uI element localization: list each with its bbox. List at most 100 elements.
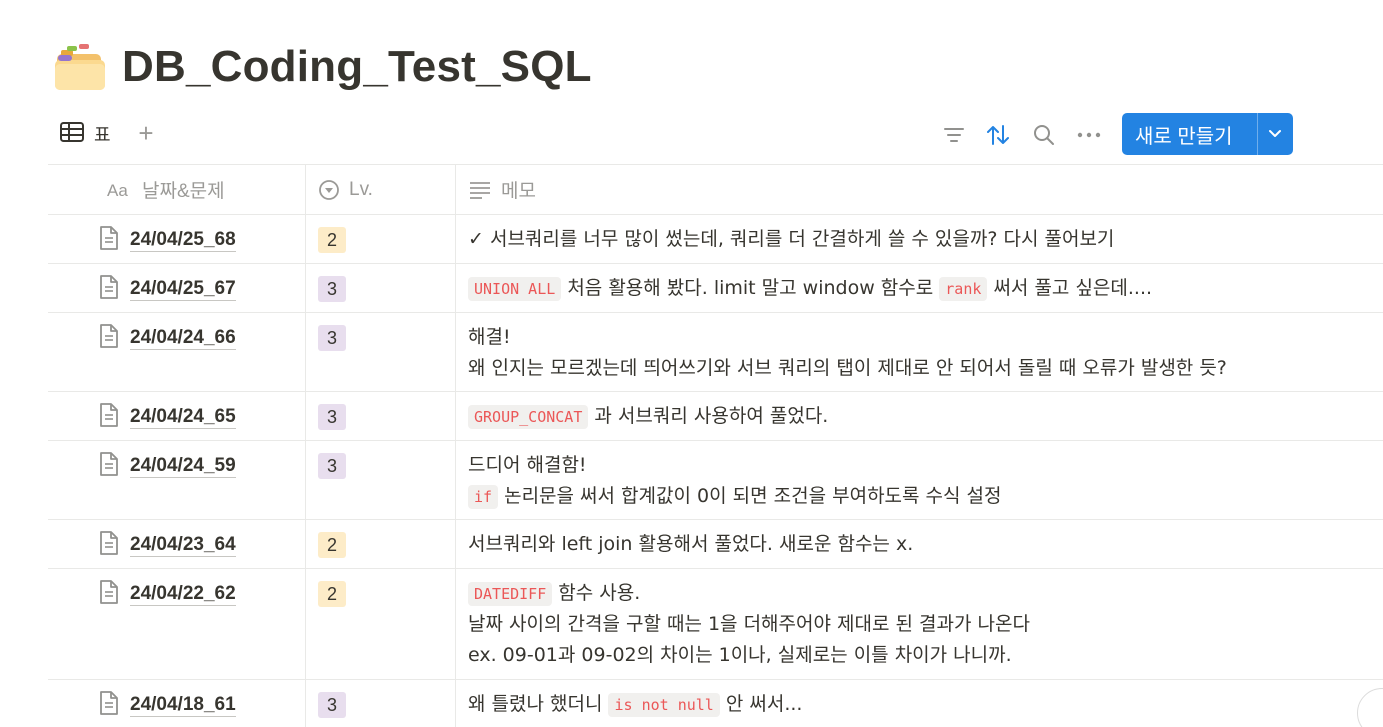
more-options-icon[interactable]: [1076, 122, 1102, 148]
row-title[interactable]: 24/04/18_61: [98, 691, 236, 717]
cell-level[interactable]: 2: [305, 215, 455, 263]
table-icon: [60, 121, 84, 147]
column-header-level[interactable]: Lv.: [305, 165, 455, 214]
table-row[interactable]: 24/04/24_59 3 드디어 해결함! if 논리문을 써서 합계값이 0이 되…: [48, 441, 1383, 520]
page-document-icon: [98, 225, 120, 251]
memo-line: ✓ 서브쿼리를 너무 많이 썼는데, 쿼리를 더 간결하게 쓸 수 있을까? 다…: [468, 224, 1373, 255]
table-row[interactable]: 24/04/22_62 2 DATEDIFF 함수 사용. 날짜 사이의 간격을 구할…: [48, 569, 1383, 680]
filter-icon[interactable]: [941, 122, 967, 148]
memo-line: 해결!: [468, 322, 1373, 353]
inline-code: is not null: [608, 693, 720, 717]
cell-name[interactable]: 24/04/25_67: [48, 264, 305, 312]
new-button[interactable]: 새로 만들기: [1122, 113, 1293, 155]
memo-segment: 써서 풀고 싶은데....: [987, 277, 1153, 299]
add-view-button[interactable]: +: [134, 120, 158, 146]
level-badge: 2: [318, 532, 346, 558]
row-title[interactable]: 24/04/22_62: [98, 580, 236, 606]
column-label: 메모: [501, 181, 536, 202]
cell-name[interactable]: 24/04/18_61: [48, 680, 305, 727]
memo-line: UNION ALL 처음 활용해 봤다. limit 말고 window 함수로…: [468, 273, 1373, 304]
inline-code: GROUP_CONCAT: [468, 405, 589, 429]
column-label: 날짜&문제: [142, 181, 225, 202]
memo-line: if 논리문을 써서 합계값이 0이 되면 조건을 부여하도록 수식 설정: [468, 481, 1373, 512]
table-row[interactable]: 24/04/24_65 3 GROUP_CONCAT 과 서브쿼리 사용하여 풀었다…: [48, 392, 1383, 441]
memo-line: DATEDIFF 함수 사용.: [468, 578, 1373, 609]
cell-memo[interactable]: GROUP_CONCAT 과 서브쿼리 사용하여 풀었다.: [455, 392, 1383, 440]
table-row[interactable]: 24/04/23_64 2 서브쿼리와 left join 활용해서 풀었다. 새로…: [48, 520, 1383, 569]
cell-memo[interactable]: DATEDIFF 함수 사용. 날짜 사이의 간격을 구할 때는 1을 더해주어야…: [455, 569, 1383, 679]
row-title[interactable]: 24/04/25_67: [98, 275, 236, 301]
memo-segment: 드디어 해결함!: [468, 454, 587, 476]
cell-name[interactable]: 24/04/25_68: [48, 215, 305, 263]
inline-code: DATEDIFF: [468, 582, 553, 606]
cell-level[interactable]: 2: [305, 569, 455, 679]
cell-level[interactable]: 3: [305, 441, 455, 519]
cell-memo[interactable]: 왜 틀렸나 했더니 is not null 안 써서...: [455, 680, 1383, 727]
cell-level[interactable]: 3: [305, 392, 455, 440]
row-name[interactable]: 24/04/24_66: [130, 324, 236, 350]
page-document-icon: [98, 530, 120, 556]
row-name[interactable]: 24/04/24_65: [130, 403, 236, 429]
memo-line: ex. 09-01과 09-02의 차이는 1이나, 실제로는 이틀 차이가 나…: [468, 640, 1373, 671]
memo-text: 드디어 해결함! if 논리문을 써서 합계값이 0이 되면 조건을 부여하도록 …: [468, 450, 1373, 512]
table-row[interactable]: 24/04/25_68 2 ✓ 서브쿼리를 너무 많이 썼는데, 쿼리를 더 간결하…: [48, 215, 1383, 264]
cell-level[interactable]: 3: [305, 680, 455, 727]
column-header-memo[interactable]: 메모: [455, 165, 1383, 214]
sort-icon[interactable]: [985, 122, 1011, 148]
cell-name[interactable]: 24/04/24_65: [48, 392, 305, 440]
cell-memo[interactable]: 해결! 왜 인지는 모르겠는데 띄어쓰기와 서브 쿼리의 탭이 제대로 안 되어서…: [455, 313, 1383, 391]
level-badge: 2: [318, 581, 346, 607]
level-badge: 3: [318, 404, 346, 430]
chevron-down-icon[interactable]: [1258, 113, 1292, 155]
level-badge: 3: [318, 325, 346, 351]
table-row[interactable]: 24/04/25_67 3 UNION ALL 처음 활용해 봤다. limit 말…: [48, 264, 1383, 313]
row-title[interactable]: 24/04/25_68: [98, 226, 236, 252]
cell-level[interactable]: 3: [305, 313, 455, 391]
tab-table-view[interactable]: 표: [60, 121, 111, 147]
page-title[interactable]: DB_Coding_Test_SQL: [122, 42, 592, 92]
page-document-icon: [98, 451, 120, 477]
cell-level[interactable]: 3: [305, 264, 455, 312]
cell-level[interactable]: 2: [305, 520, 455, 568]
cell-name[interactable]: 24/04/22_62: [48, 569, 305, 679]
page-document-icon: [98, 323, 120, 349]
memo-segment: 왜 틀렸나 했더니: [468, 693, 609, 715]
memo-text: 해결! 왜 인지는 모르겠는데 띄어쓰기와 서브 쿼리의 탭이 제대로 안 되어서…: [468, 322, 1373, 384]
row-name[interactable]: 24/04/22_62: [130, 580, 236, 606]
memo-text: UNION ALL 처음 활용해 봤다. limit 말고 window 함수로…: [468, 273, 1373, 304]
cell-memo[interactable]: UNION ALL 처음 활용해 봤다. limit 말고 window 함수로…: [455, 264, 1383, 312]
cell-name[interactable]: 24/04/24_66: [48, 313, 305, 391]
table-row[interactable]: 24/04/18_61 3 왜 틀렸나 했더니 is not null 안 써서..…: [48, 680, 1383, 727]
cell-memo[interactable]: 서브쿼리와 left join 활용해서 풀었다. 새로운 함수는 x.: [455, 520, 1383, 568]
tab-label: 표: [94, 125, 111, 145]
row-title[interactable]: 24/04/23_64: [98, 531, 236, 557]
row-name[interactable]: 24/04/25_68: [130, 226, 236, 252]
cell-name[interactable]: 24/04/23_64: [48, 520, 305, 568]
memo-text: ✓ 서브쿼리를 너무 많이 썼는데, 쿼리를 더 간결하게 쓸 수 있을까? 다…: [468, 224, 1373, 255]
view-toolbar: 표 + 새로 만들기: [48, 112, 1298, 156]
level-badge: 3: [318, 692, 346, 718]
folder-icon[interactable]: [53, 40, 107, 94]
cell-memo[interactable]: ✓ 서브쿼리를 너무 많이 썼는데, 쿼리를 더 간결하게 쓸 수 있을까? 다…: [455, 215, 1383, 263]
memo-segment: 안 써서...: [719, 693, 803, 715]
column-header-name[interactable]: Aa 날짜&문제: [48, 165, 305, 214]
row-title[interactable]: 24/04/24_66: [98, 324, 236, 350]
page-header: DB_Coding_Test_SQL: [53, 36, 592, 98]
row-name[interactable]: 24/04/18_61: [130, 691, 236, 717]
cell-name[interactable]: 24/04/24_59: [48, 441, 305, 519]
row-name[interactable]: 24/04/25_67: [130, 275, 236, 301]
table-row[interactable]: 24/04/24_66 3 해결! 왜 인지는 모르겠는데 띄어쓰기와 서브 쿼리의 …: [48, 313, 1383, 392]
row-title[interactable]: 24/04/24_65: [98, 403, 236, 429]
memo-line: 날짜 사이의 간격을 구할 때는 1을 더해주어야 제대로 된 결과가 나온다: [468, 609, 1373, 640]
database-table: Aa 날짜&문제 Lv. 메모 24/04/25_68 2 ✓ 서브쿼리를 너무…: [48, 164, 1383, 727]
row-name[interactable]: 24/04/24_59: [130, 452, 236, 478]
level-badge: 3: [318, 453, 346, 479]
row-title[interactable]: 24/04/24_59: [98, 452, 236, 478]
memo-segment: 날짜 사이의 간격을 구할 때는 1을 더해주어야 제대로 된 결과가 나온다: [468, 613, 1030, 635]
memo-segment: 처음 활용해 봤다. limit 말고 window 함수로: [561, 277, 940, 299]
search-icon[interactable]: [1031, 122, 1057, 148]
memo-segment: 왜 인지는 모르겠는데 띄어쓰기와 서브 쿼리의 탭이 제대로 안 되어서 돌릴…: [468, 357, 1227, 379]
memo-line: 왜 틀렸나 했더니 is not null 안 써서...: [468, 689, 1373, 720]
row-name[interactable]: 24/04/23_64: [130, 531, 236, 557]
cell-memo[interactable]: 드디어 해결함! if 논리문을 써서 합계값이 0이 되면 조건을 부여하도록 …: [455, 441, 1383, 519]
